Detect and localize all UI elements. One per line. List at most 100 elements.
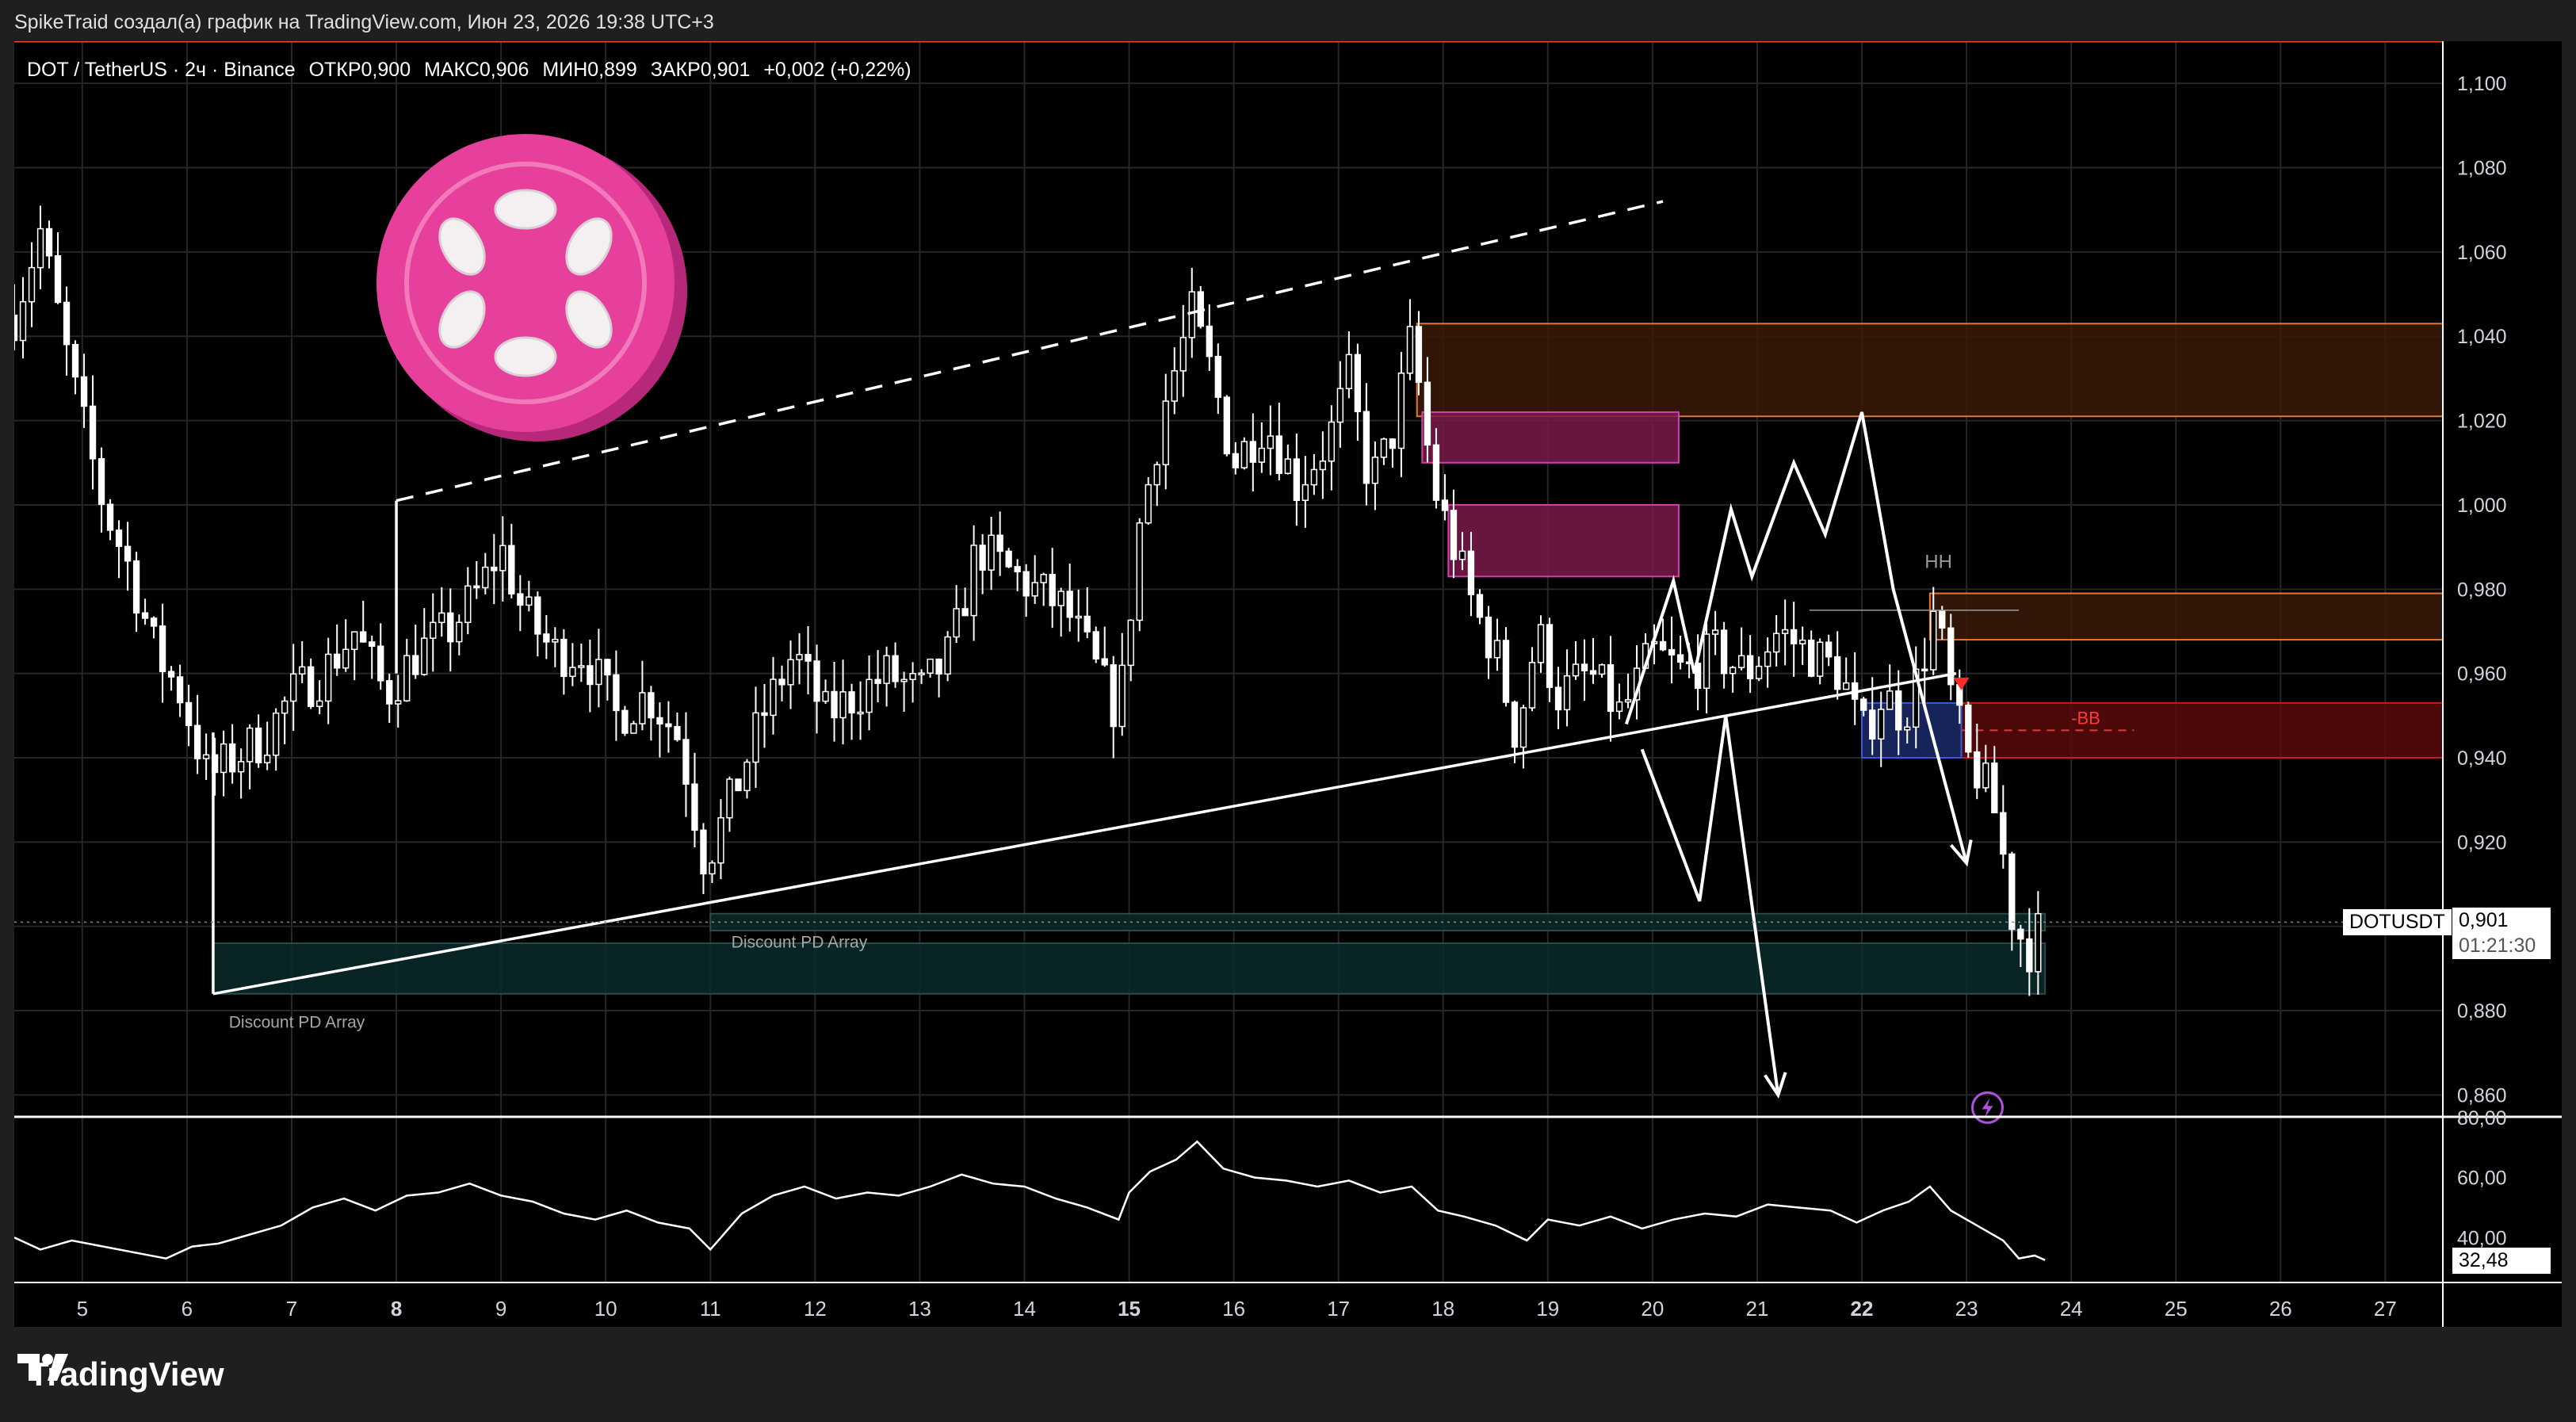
candle[interactable] bbox=[1284, 458, 1292, 474]
candle[interactable] bbox=[1895, 690, 1902, 731]
candle[interactable] bbox=[1066, 591, 1073, 618]
candle[interactable] bbox=[1441, 499, 1449, 511]
candle[interactable] bbox=[1791, 629, 1798, 644]
candle[interactable] bbox=[281, 700, 289, 714]
candle[interactable] bbox=[299, 666, 306, 675]
candle[interactable] bbox=[1537, 624, 1545, 663]
candle[interactable] bbox=[1293, 458, 1301, 501]
candle[interactable] bbox=[1136, 522, 1143, 621]
breaker-block[interactable] bbox=[1861, 701, 1963, 759]
candle[interactable] bbox=[892, 655, 899, 682]
candle[interactable] bbox=[159, 625, 166, 672]
resistance-zone-mid[interactable] bbox=[1928, 592, 2444, 641]
candle[interactable] bbox=[1371, 457, 1379, 484]
candle[interactable] bbox=[1589, 670, 1597, 675]
candle[interactable] bbox=[752, 712, 759, 763]
candle[interactable] bbox=[578, 665, 585, 668]
candle[interactable] bbox=[691, 783, 698, 831]
candle[interactable] bbox=[787, 659, 794, 686]
candle[interactable] bbox=[71, 343, 79, 378]
candle[interactable] bbox=[1467, 550, 1475, 595]
candle[interactable] bbox=[19, 300, 27, 342]
candle[interactable] bbox=[1782, 629, 1789, 634]
candle[interactable] bbox=[857, 711, 864, 715]
candle[interactable] bbox=[813, 660, 820, 702]
candle[interactable] bbox=[1572, 663, 1580, 677]
candle[interactable] bbox=[1607, 664, 1615, 713]
candle[interactable] bbox=[1031, 582, 1038, 597]
candle[interactable] bbox=[1206, 325, 1213, 357]
candle[interactable] bbox=[1834, 656, 1841, 690]
candle[interactable] bbox=[36, 227, 44, 269]
candle[interactable] bbox=[80, 376, 88, 407]
candle[interactable] bbox=[1389, 438, 1397, 449]
candle[interactable] bbox=[796, 654, 803, 661]
candle[interactable] bbox=[63, 301, 71, 346]
candle[interactable] bbox=[1267, 435, 1274, 449]
candle[interactable] bbox=[900, 679, 908, 682]
legend-symbol[interactable]: DOT / TetherUS · 2ч · Binance bbox=[27, 59, 296, 81]
candle[interactable] bbox=[1232, 453, 1239, 468]
candle[interactable] bbox=[1904, 726, 1911, 731]
candle[interactable] bbox=[1110, 663, 1117, 728]
candle[interactable] bbox=[1153, 464, 1160, 486]
candle[interactable] bbox=[1939, 610, 1946, 629]
bar-countdown-tag[interactable]: 01:21:30 bbox=[2452, 933, 2551, 960]
candle[interactable] bbox=[1676, 654, 1684, 663]
candle[interactable] bbox=[1424, 381, 1431, 446]
candle[interactable] bbox=[141, 612, 149, 619]
candle[interactable] bbox=[1554, 686, 1562, 711]
candle[interactable] bbox=[1965, 704, 1972, 753]
candle[interactable] bbox=[1057, 591, 1064, 606]
candle[interactable] bbox=[1084, 615, 1091, 633]
rsi-value-tag[interactable]: 32,48 bbox=[2452, 1247, 2551, 1274]
candle[interactable] bbox=[1878, 709, 1885, 740]
candle[interactable] bbox=[167, 671, 175, 678]
candle[interactable] bbox=[726, 778, 733, 819]
candle[interactable] bbox=[534, 596, 541, 635]
candle[interactable] bbox=[613, 674, 620, 712]
candle[interactable] bbox=[743, 761, 751, 792]
candle[interactable] bbox=[1258, 447, 1265, 463]
candle[interactable] bbox=[386, 680, 393, 705]
candle[interactable] bbox=[630, 723, 637, 734]
candle[interactable] bbox=[1563, 675, 1571, 711]
candle[interactable] bbox=[1380, 438, 1388, 458]
candle[interactable] bbox=[970, 545, 977, 617]
candle[interactable] bbox=[1659, 640, 1667, 651]
candle[interactable] bbox=[2008, 853, 2016, 931]
candle[interactable] bbox=[935, 658, 942, 675]
candle[interactable] bbox=[1668, 648, 1676, 656]
candle[interactable] bbox=[1101, 658, 1108, 666]
candle[interactable] bbox=[89, 405, 97, 460]
candle[interactable] bbox=[1974, 751, 1981, 789]
candle[interactable] bbox=[1328, 421, 1336, 462]
candle[interactable] bbox=[1485, 616, 1492, 659]
candle[interactable] bbox=[831, 690, 838, 719]
candle[interactable] bbox=[438, 612, 445, 624]
candle[interactable] bbox=[944, 636, 951, 675]
candle[interactable] bbox=[1729, 667, 1737, 675]
discount-zone[interactable] bbox=[212, 942, 2047, 995]
candle[interactable] bbox=[1162, 400, 1169, 465]
candle[interactable] bbox=[1737, 655, 1745, 668]
candle[interactable] bbox=[308, 666, 315, 707]
candle[interactable] bbox=[961, 608, 969, 617]
candle[interactable] bbox=[334, 653, 341, 669]
candle[interactable] bbox=[778, 679, 785, 686]
candle[interactable] bbox=[1450, 510, 1458, 560]
candle[interactable] bbox=[1772, 633, 1780, 653]
candle[interactable] bbox=[604, 659, 611, 676]
candle[interactable] bbox=[1764, 651, 1771, 667]
candle[interactable] bbox=[1171, 370, 1178, 402]
candle[interactable] bbox=[1049, 574, 1056, 606]
candle[interactable] bbox=[1014, 566, 1021, 573]
candle[interactable] bbox=[1886, 690, 1894, 710]
candle[interactable] bbox=[1755, 665, 1763, 679]
candle[interactable] bbox=[822, 690, 829, 702]
candle[interactable] bbox=[193, 724, 201, 759]
orderblock-lower[interactable] bbox=[1447, 503, 1680, 578]
candle[interactable] bbox=[1746, 655, 1754, 679]
candle[interactable] bbox=[430, 621, 437, 639]
candle[interactable] bbox=[377, 645, 384, 682]
